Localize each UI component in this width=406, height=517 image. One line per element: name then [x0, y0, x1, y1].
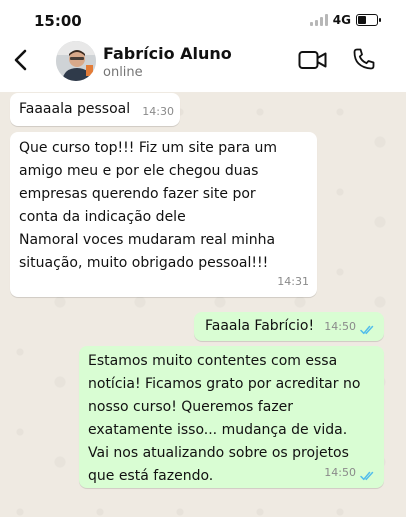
- message-bubble-incoming[interactable]: Que curso top!!! Fiz um site para um ami…: [10, 132, 317, 297]
- message-time: 14:50: [324, 320, 356, 333]
- message-text: Faaala Fabrício!: [205, 318, 315, 334]
- avatar-photo: [56, 41, 96, 81]
- message-bubble-outgoing[interactable]: Estamos muito contentes com essa notícia…: [79, 346, 384, 488]
- message-time: 14:50: [324, 466, 356, 479]
- avatar[interactable]: [56, 41, 96, 81]
- message-text: Que curso top!!! Fiz um site para um ami…: [19, 140, 278, 271]
- video-call-icon[interactable]: [298, 49, 328, 71]
- contact-status: online: [103, 65, 143, 80]
- message-time: 14:31: [277, 275, 309, 288]
- back-arrow-icon[interactable]: [10, 48, 32, 72]
- message-time: 14:30: [142, 105, 174, 118]
- status-bar-time: 15:00: [34, 12, 82, 30]
- message-bubble-outgoing[interactable]: Faaala Fabrício! 14:50: [194, 312, 384, 341]
- double-check-icon: [360, 325, 374, 335]
- message-bubble-incoming[interactable]: Faaaala pessoal 14:30: [10, 93, 180, 126]
- network-type: 4G: [332, 13, 351, 27]
- signal-icon: [309, 14, 328, 26]
- phone-icon[interactable]: [352, 47, 376, 71]
- battery-icon: [356, 14, 381, 26]
- chat-header: 15:00 4G Fabrício Aluno online: [0, 0, 406, 92]
- status-bar-indicators: 4G: [309, 13, 381, 27]
- contact-name[interactable]: Fabrício Aluno: [103, 44, 232, 63]
- double-check-icon: [360, 471, 374, 481]
- message-text: Faaaala pessoal: [19, 101, 131, 117]
